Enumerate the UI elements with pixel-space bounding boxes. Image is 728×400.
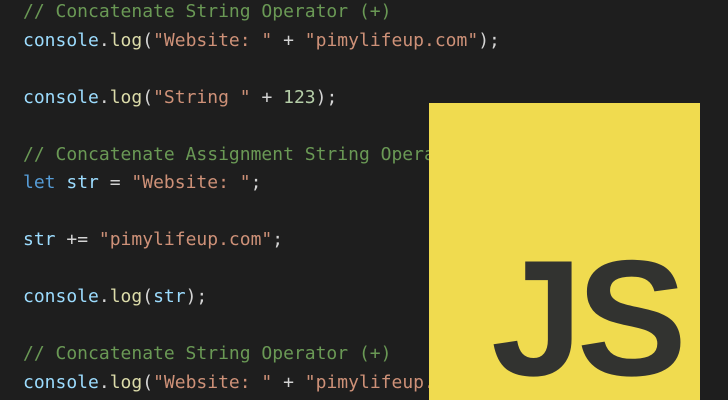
code-token-string: "String " [153,86,251,108]
code-token-punct: ); [185,286,208,307]
javascript-logo-icon: JS [429,103,700,400]
code-token-punct: . [98,286,110,307]
logo-text: JS [491,226,681,400]
code-line: str += "pimylifeup.com"; [23,226,283,254]
code-line: let str = "Website: "; [23,169,261,197]
javascript-logo-svg: JS [491,226,687,400]
code-token-ident: console [23,86,99,108]
code-token-comment: // Concatenate String Operator (+) [23,1,392,22]
code-token-string: "Website: " [153,29,273,51]
code-token-func: log [109,371,143,393]
code-token-punct: . [98,371,110,393]
code-token-punct: ); [315,86,338,108]
code-token-punct: ( [142,29,154,51]
code-token-punct: ( [142,286,154,307]
code-token-punct: + [272,29,305,51]
code-token-func: log [109,286,143,307]
code-token-punct: ; [272,229,284,250]
code-token-punct: + [250,86,284,108]
code-line: console.log(str); [23,283,207,311]
code-line: console.log("Website: " + "pimylifeup.co… [23,27,500,55]
code-token-punct: = [98,172,132,193]
code-token-punct: . [98,86,110,108]
code-token-ident: console [23,29,99,51]
code-token-number: 123 [283,86,316,108]
code-token-keyword: let [23,172,56,193]
code-token-ident: str [66,172,99,193]
code-token-string: "pimylifeup.com" [304,29,479,51]
code-token-ident: str [153,286,186,307]
code-token-punct: += [55,229,99,250]
code-token-punct [56,172,67,193]
code-token-func: log [109,86,143,108]
code-line: // Concatenate String Operator (+) [23,0,391,26]
code-token-string: "Website: " [131,172,251,193]
code-token-ident: console [23,286,99,307]
code-token-punct: ( [142,86,154,108]
code-token-punct: + [272,371,305,393]
code-token-string: "pimylifeup.com" [98,229,273,250]
code-token-ident: str [23,229,56,250]
code-token-ident: console [23,371,99,393]
code-token-func: log [109,29,143,51]
code-line: console.log("String " + 123); [23,84,337,112]
code-line: // Concatenate String Operator (+) [23,340,391,368]
code-token-punct: ; [250,172,262,193]
code-token-punct: . [98,29,110,51]
code-token-punct: ( [142,371,154,393]
code-token-string: "Website: " [153,371,273,393]
code-token-punct: ); [478,29,500,51]
code-token-comment: // Concatenate String Operator (+) [23,343,392,364]
